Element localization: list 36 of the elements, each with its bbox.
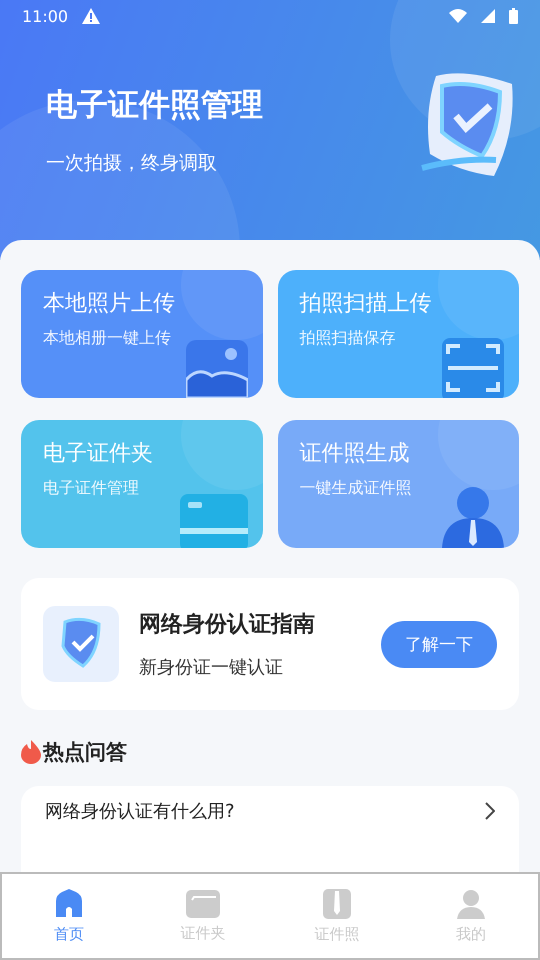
wifi-icon [449, 9, 467, 23]
feature-card[interactable]: 电子证件夹 电子证件管理 [21, 420, 262, 548]
feature-subtitle: 拍照扫描保存 [300, 328, 396, 349]
feature-card[interactable]: 本地照片上传 本地相册一键上传 [21, 270, 262, 398]
shield-check-icon [43, 606, 119, 682]
feature-title: 本地照片上传 [43, 290, 176, 318]
picture-icon [186, 340, 248, 398]
warning-icon [82, 8, 100, 24]
feature-card[interactable]: 证件照生成 一键生成证件照 [278, 420, 519, 548]
app-title: 电子证件照管理 [46, 86, 263, 125]
user-icon [457, 888, 485, 918]
battery-icon [509, 8, 518, 24]
chevron-right-icon [485, 802, 495, 820]
card-icon [180, 494, 248, 548]
scan-icon [442, 338, 504, 398]
folder-icon [186, 890, 220, 918]
person-icon [442, 486, 504, 548]
guide-title: 网络身份认证指南 [139, 611, 316, 639]
home-icon [54, 888, 84, 918]
app-subtitle: 一次拍摄，终身调取 [46, 151, 218, 176]
flame-icon [21, 740, 41, 764]
feature-title: 证件照生成 [300, 440, 410, 468]
status-time: 11:00 [22, 6, 68, 26]
nav-tab[interactable]: 首页 [2, 874, 136, 958]
feature-subtitle: 本地相册一键上传 [43, 328, 172, 349]
feature-title: 电子证件夹 [43, 440, 154, 468]
signal-icon [481, 9, 495, 23]
section-title: 热点问答 [43, 739, 127, 766]
feature-subtitle: 电子证件管理 [43, 478, 140, 499]
learn-more-button[interactable]: 了解一下 [381, 620, 497, 668]
badge-icon [323, 888, 351, 918]
guide-subtitle: 新身份证一键认证 [139, 656, 284, 679]
feature-title: 拍照扫描上传 [300, 290, 432, 318]
feature-card[interactable]: 拍照扫描上传 拍照扫描保存 [278, 270, 519, 398]
faq-question: 网络身份认证有什么用? [45, 800, 235, 823]
feature-subtitle: 一键生成证件照 [300, 478, 412, 499]
